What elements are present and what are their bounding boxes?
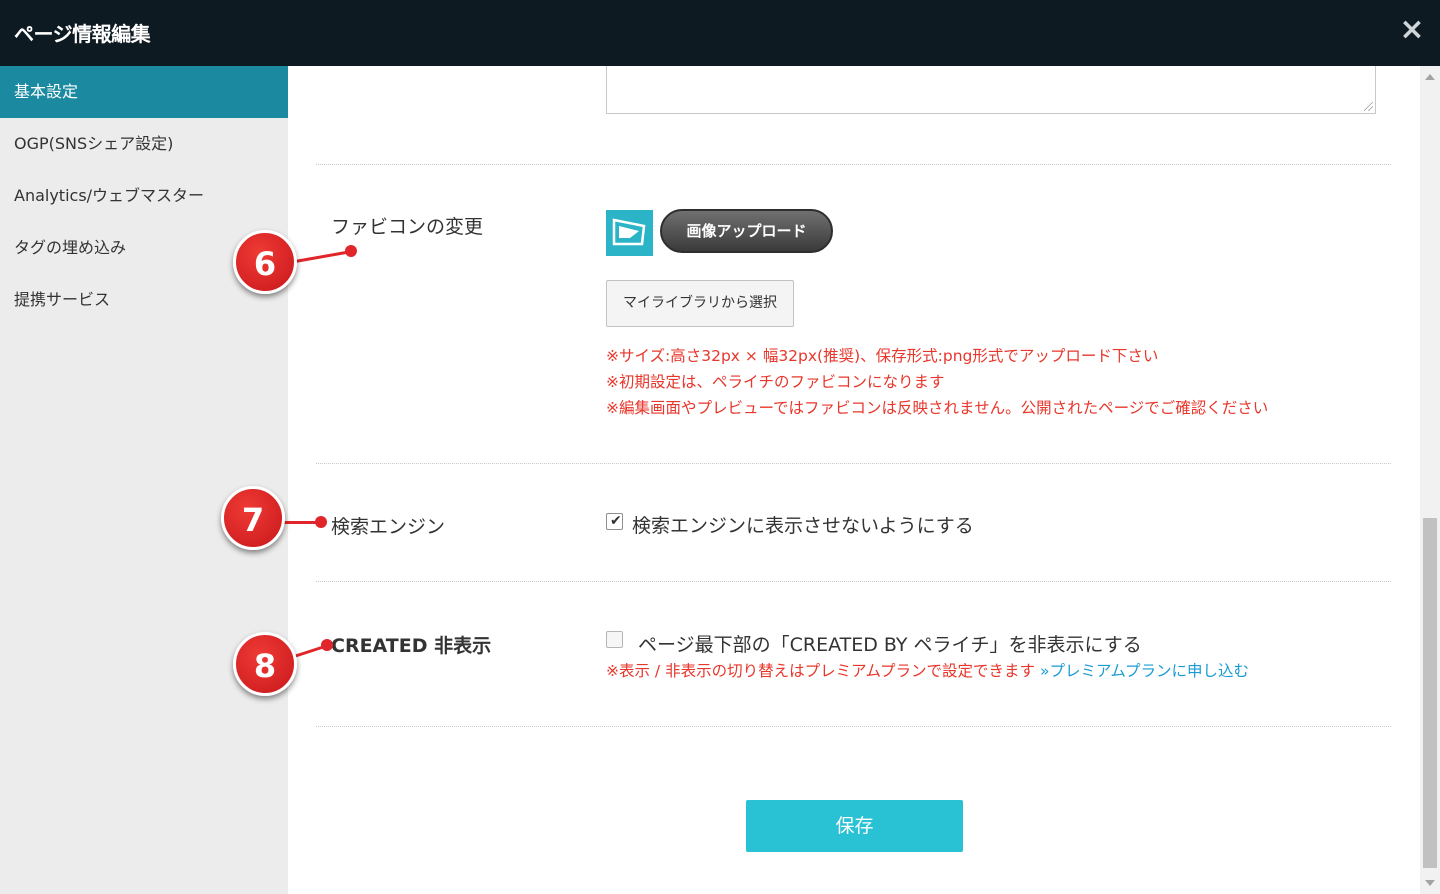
sidebar-item-analytics[interactable]: Analytics/ウェブマスター <box>0 170 288 222</box>
checkmark-icon: ✔ <box>610 513 622 529</box>
scrollbar-thumb[interactable] <box>1423 518 1437 868</box>
callout-badge-7: 7 <box>221 486 285 550</box>
favicon-preview-image <box>606 210 653 256</box>
callout-8-dot <box>321 639 333 651</box>
window-title: ページ情報編集 <box>14 22 151 46</box>
callout-badge-6: 6 <box>233 230 297 294</box>
description-textarea[interactable] <box>606 66 1376 114</box>
divider <box>316 164 1391 165</box>
premium-note-text: ※表示 / 非表示の切り替えはプレミアムプランで設定できます <box>606 662 1036 680</box>
image-upload-button[interactable]: 画像アップロード <box>660 209 833 253</box>
title-bar: ページ情報編集 × <box>0 0 1440 66</box>
select-from-library-button[interactable]: マイライブラリから選択 <box>606 280 794 327</box>
callout-6-dot <box>345 245 357 257</box>
settings-panel <box>288 66 1420 894</box>
favicon-logo-icon <box>612 218 646 246</box>
save-button[interactable]: 保存 <box>746 800 963 852</box>
noindex-checkbox[interactable]: ✔ <box>606 513 623 530</box>
hide-created-by-checkbox-label[interactable]: ページ最下部の「CREATED BY ペライチ」を非表示にする <box>638 630 1142 657</box>
divider <box>316 581 1391 582</box>
sidebar-item-ogp[interactable]: OGP(SNSシェア設定) <box>0 118 288 170</box>
divider <box>316 463 1391 464</box>
premium-plan-link[interactable]: »プレミアムプランに申し込む <box>1040 662 1249 680</box>
scroll-down-arrow-icon[interactable] <box>1425 880 1435 886</box>
favicon-note-size: ※サイズ:高さ32px × 幅32px(推奨)、保存形式:png形式でアップロー… <box>606 347 1159 365</box>
favicon-note-preview: ※編集画面やプレビューではファビコンは反映されません。公開されたページでご確認く… <box>606 399 1269 417</box>
resize-grip-icon[interactable] <box>1364 102 1373 111</box>
sidebar-item-basic-settings[interactable]: 基本設定 <box>0 66 288 118</box>
close-icon[interactable]: × <box>1396 12 1428 48</box>
noindex-checkbox-label[interactable]: 検索エンジンに表示させないようにする <box>632 511 974 538</box>
premium-note: ※表示 / 非表示の切り替えはプレミアムプランで設定できます »プレミアムプラン… <box>606 659 1249 681</box>
hide-created-by-checkbox[interactable] <box>606 631 623 648</box>
scroll-up-arrow-icon[interactable] <box>1425 74 1435 80</box>
sidebar: 基本設定 OGP(SNSシェア設定) Analytics/ウェブマスター タグの… <box>0 66 288 894</box>
vertical-scrollbar[interactable] <box>1420 66 1440 894</box>
search-engine-label: 検索エンジン <box>331 516 446 538</box>
callout-badge-8: 8 <box>233 632 297 696</box>
favicon-note-default: ※初期設定は、ペライチのファビコンになります <box>606 373 945 391</box>
favicon-label: ファビコンの変更 <box>331 216 484 238</box>
created-hide-label: CREATED 非表示 <box>331 635 492 657</box>
divider <box>316 726 1391 727</box>
callout-7-dot <box>315 516 327 528</box>
